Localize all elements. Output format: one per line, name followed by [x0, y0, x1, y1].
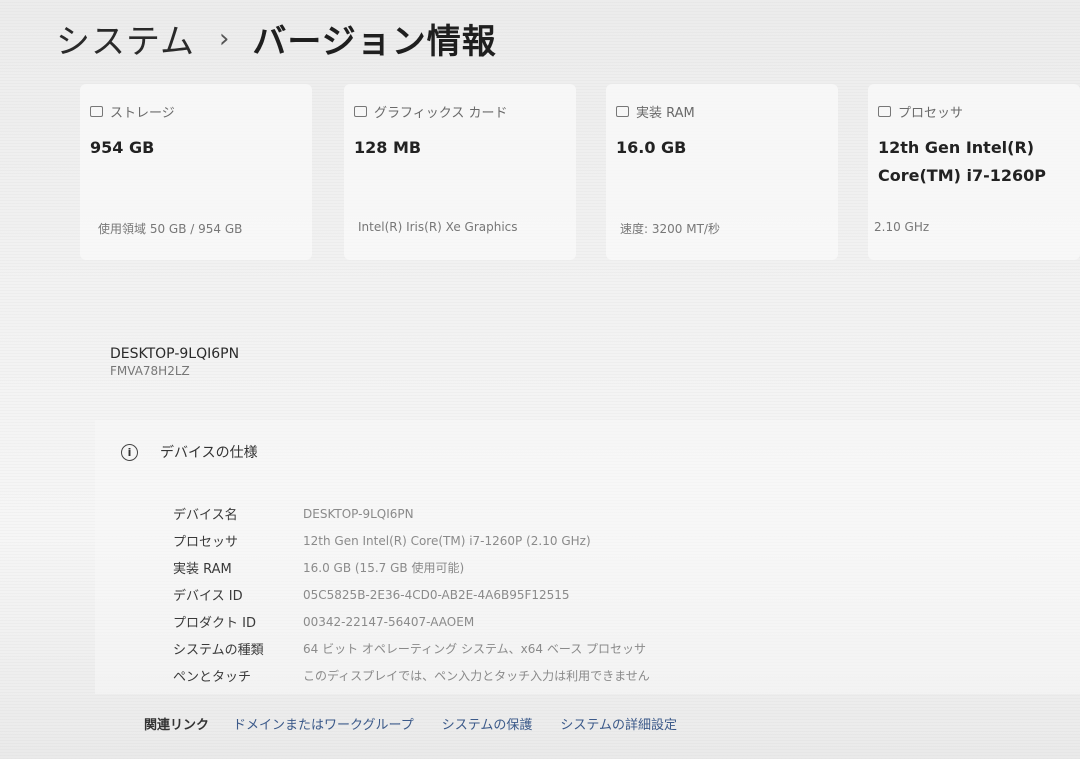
spec-key: システムの種類 — [173, 643, 264, 658]
ram-card-title: 実装 RAM — [636, 106, 695, 121]
ram-icon — [616, 106, 629, 117]
spec-value: 05C5825B-2E36-4CD0-AB2E-4A6B95F12515 — [303, 587, 570, 602]
device-model: FMVA78H2LZ — [110, 364, 190, 378]
storage-icon — [90, 106, 103, 117]
graphics-card-value: 128 MB — [354, 138, 422, 157]
ram-card-sub: 速度: 3200 MT/秒 — [620, 222, 720, 236]
spec-key: 実装 RAM — [173, 562, 232, 577]
spec-key: デバイス ID — [173, 589, 243, 604]
chevron-right-icon: › — [218, 23, 231, 54]
spec-row: システムの種類 64 ビット オペレーティング システム、x64 ベース プロセ… — [173, 635, 650, 662]
spec-row: プロセッサ 12th Gen Intel(R) Core(TM) i7-1260… — [173, 527, 650, 554]
related-links-label: 関連リンク — [144, 718, 210, 733]
spec-key: プロダクト ID — [173, 616, 256, 631]
spec-value: 64 ビット オペレーティング システム、x64 ベース プロセッサ — [303, 642, 647, 656]
spec-key: ペンとタッチ — [173, 670, 252, 685]
processor-card[interactable]: プロセッサ 12th Gen Intel(R) Core(TM) i7-1260… — [868, 84, 1080, 260]
domain-workgroup-link[interactable]: ドメインまたはワークグループ — [233, 714, 414, 733]
device-identity: DESKTOP-9LQI6PN FMVA78H2LZ — [110, 346, 239, 378]
spec-value: このディスプレイでは、ペン入力とタッチ入力は利用できません — [303, 669, 650, 683]
spec-table: デバイス名 DESKTOP-9LQI6PN プロセッサ 12th Gen Int… — [173, 500, 650, 689]
ram-card-header: 実装 RAM — [616, 102, 695, 121]
spec-value: 12th Gen Intel(R) Core(TM) i7-1260P (2.1… — [303, 533, 591, 548]
settings-page: システム › バージョン情報 ストレージ 954 GB 使用領域 50 GB /… — [0, 0, 1080, 759]
spec-row: 実装 RAM 16.0 GB (15.7 GB 使用可能) — [173, 554, 650, 581]
spec-value: DESKTOP-9LQI6PN — [303, 506, 414, 521]
graphics-card-sub: Intel(R) Iris(R) Xe Graphics — [358, 220, 518, 234]
graphics-card[interactable]: グラフィックス カード 128 MB Intel(R) Iris(R) Xe G… — [344, 84, 576, 260]
device-specs-panel: i デバイスの仕様 デバイス名 DESKTOP-9LQI6PN プロセッサ 12… — [95, 420, 1080, 694]
spec-row: ペンとタッチ このディスプレイでは、ペン入力とタッチ入力は利用できません — [173, 662, 650, 689]
graphics-card-icon — [354, 106, 367, 117]
processor-card-header: プロセッサ — [878, 102, 963, 121]
system-protection-link[interactable]: システムの保護 — [442, 714, 533, 733]
spec-value: 00342-22147-56407-AAOEM — [303, 614, 475, 629]
processor-card-value: 12th Gen Intel(R) Core(TM) i7-1260P — [878, 138, 1047, 185]
breadcrumb-system-link[interactable]: システム — [56, 14, 195, 63]
advanced-system-settings-link[interactable]: システムの詳細設定 — [560, 714, 677, 733]
processor-card-sub: 2.10 GHz — [874, 220, 930, 234]
related-links: 関連リンク ドメインまたはワークグループ システムの保護 システムの詳細設定 — [144, 714, 705, 733]
spec-key: プロセッサ — [173, 535, 239, 550]
storage-card-value: 954 GB — [90, 138, 155, 157]
info-icon: i — [121, 443, 138, 461]
storage-card[interactable]: ストレージ 954 GB 使用領域 50 GB / 954 GB — [80, 84, 312, 260]
storage-card-title: ストレージ — [110, 106, 175, 121]
device-name: DESKTOP-9LQI6PN — [110, 346, 240, 362]
spec-cards: ストレージ 954 GB 使用領域 50 GB / 954 GB グラフィックス… — [80, 84, 1080, 260]
spec-key: デバイス名 — [173, 508, 238, 523]
breadcrumb: システム › バージョン情報 — [56, 14, 497, 63]
spec-row: デバイス名 DESKTOP-9LQI6PN — [173, 500, 650, 527]
spec-row: デバイス ID 05C5825B-2E36-4CD0-AB2E-4A6B95F1… — [173, 581, 650, 608]
ram-card-value: 16.0 GB — [616, 138, 687, 157]
graphics-card-title: グラフィックス カード — [374, 106, 508, 121]
device-specs-title: デバイスの仕様 — [160, 445, 258, 461]
device-specs-header[interactable]: i デバイスの仕様 — [121, 442, 258, 462]
storage-card-header: ストレージ — [90, 102, 175, 121]
graphics-card-header: グラフィックス カード — [354, 102, 507, 121]
storage-card-sub: 使用領域 50 GB / 954 GB — [98, 222, 243, 236]
ram-card[interactable]: 実装 RAM 16.0 GB 速度: 3200 MT/秒 — [606, 84, 838, 260]
spec-value: 16.0 GB (15.7 GB 使用可能) — [303, 561, 465, 575]
spec-row: プロダクト ID 00342-22147-56407-AAOEM — [173, 608, 650, 635]
processor-card-title: プロセッサ — [898, 106, 964, 121]
processor-icon — [878, 106, 891, 117]
page-title: バージョン情報 — [252, 22, 497, 62]
